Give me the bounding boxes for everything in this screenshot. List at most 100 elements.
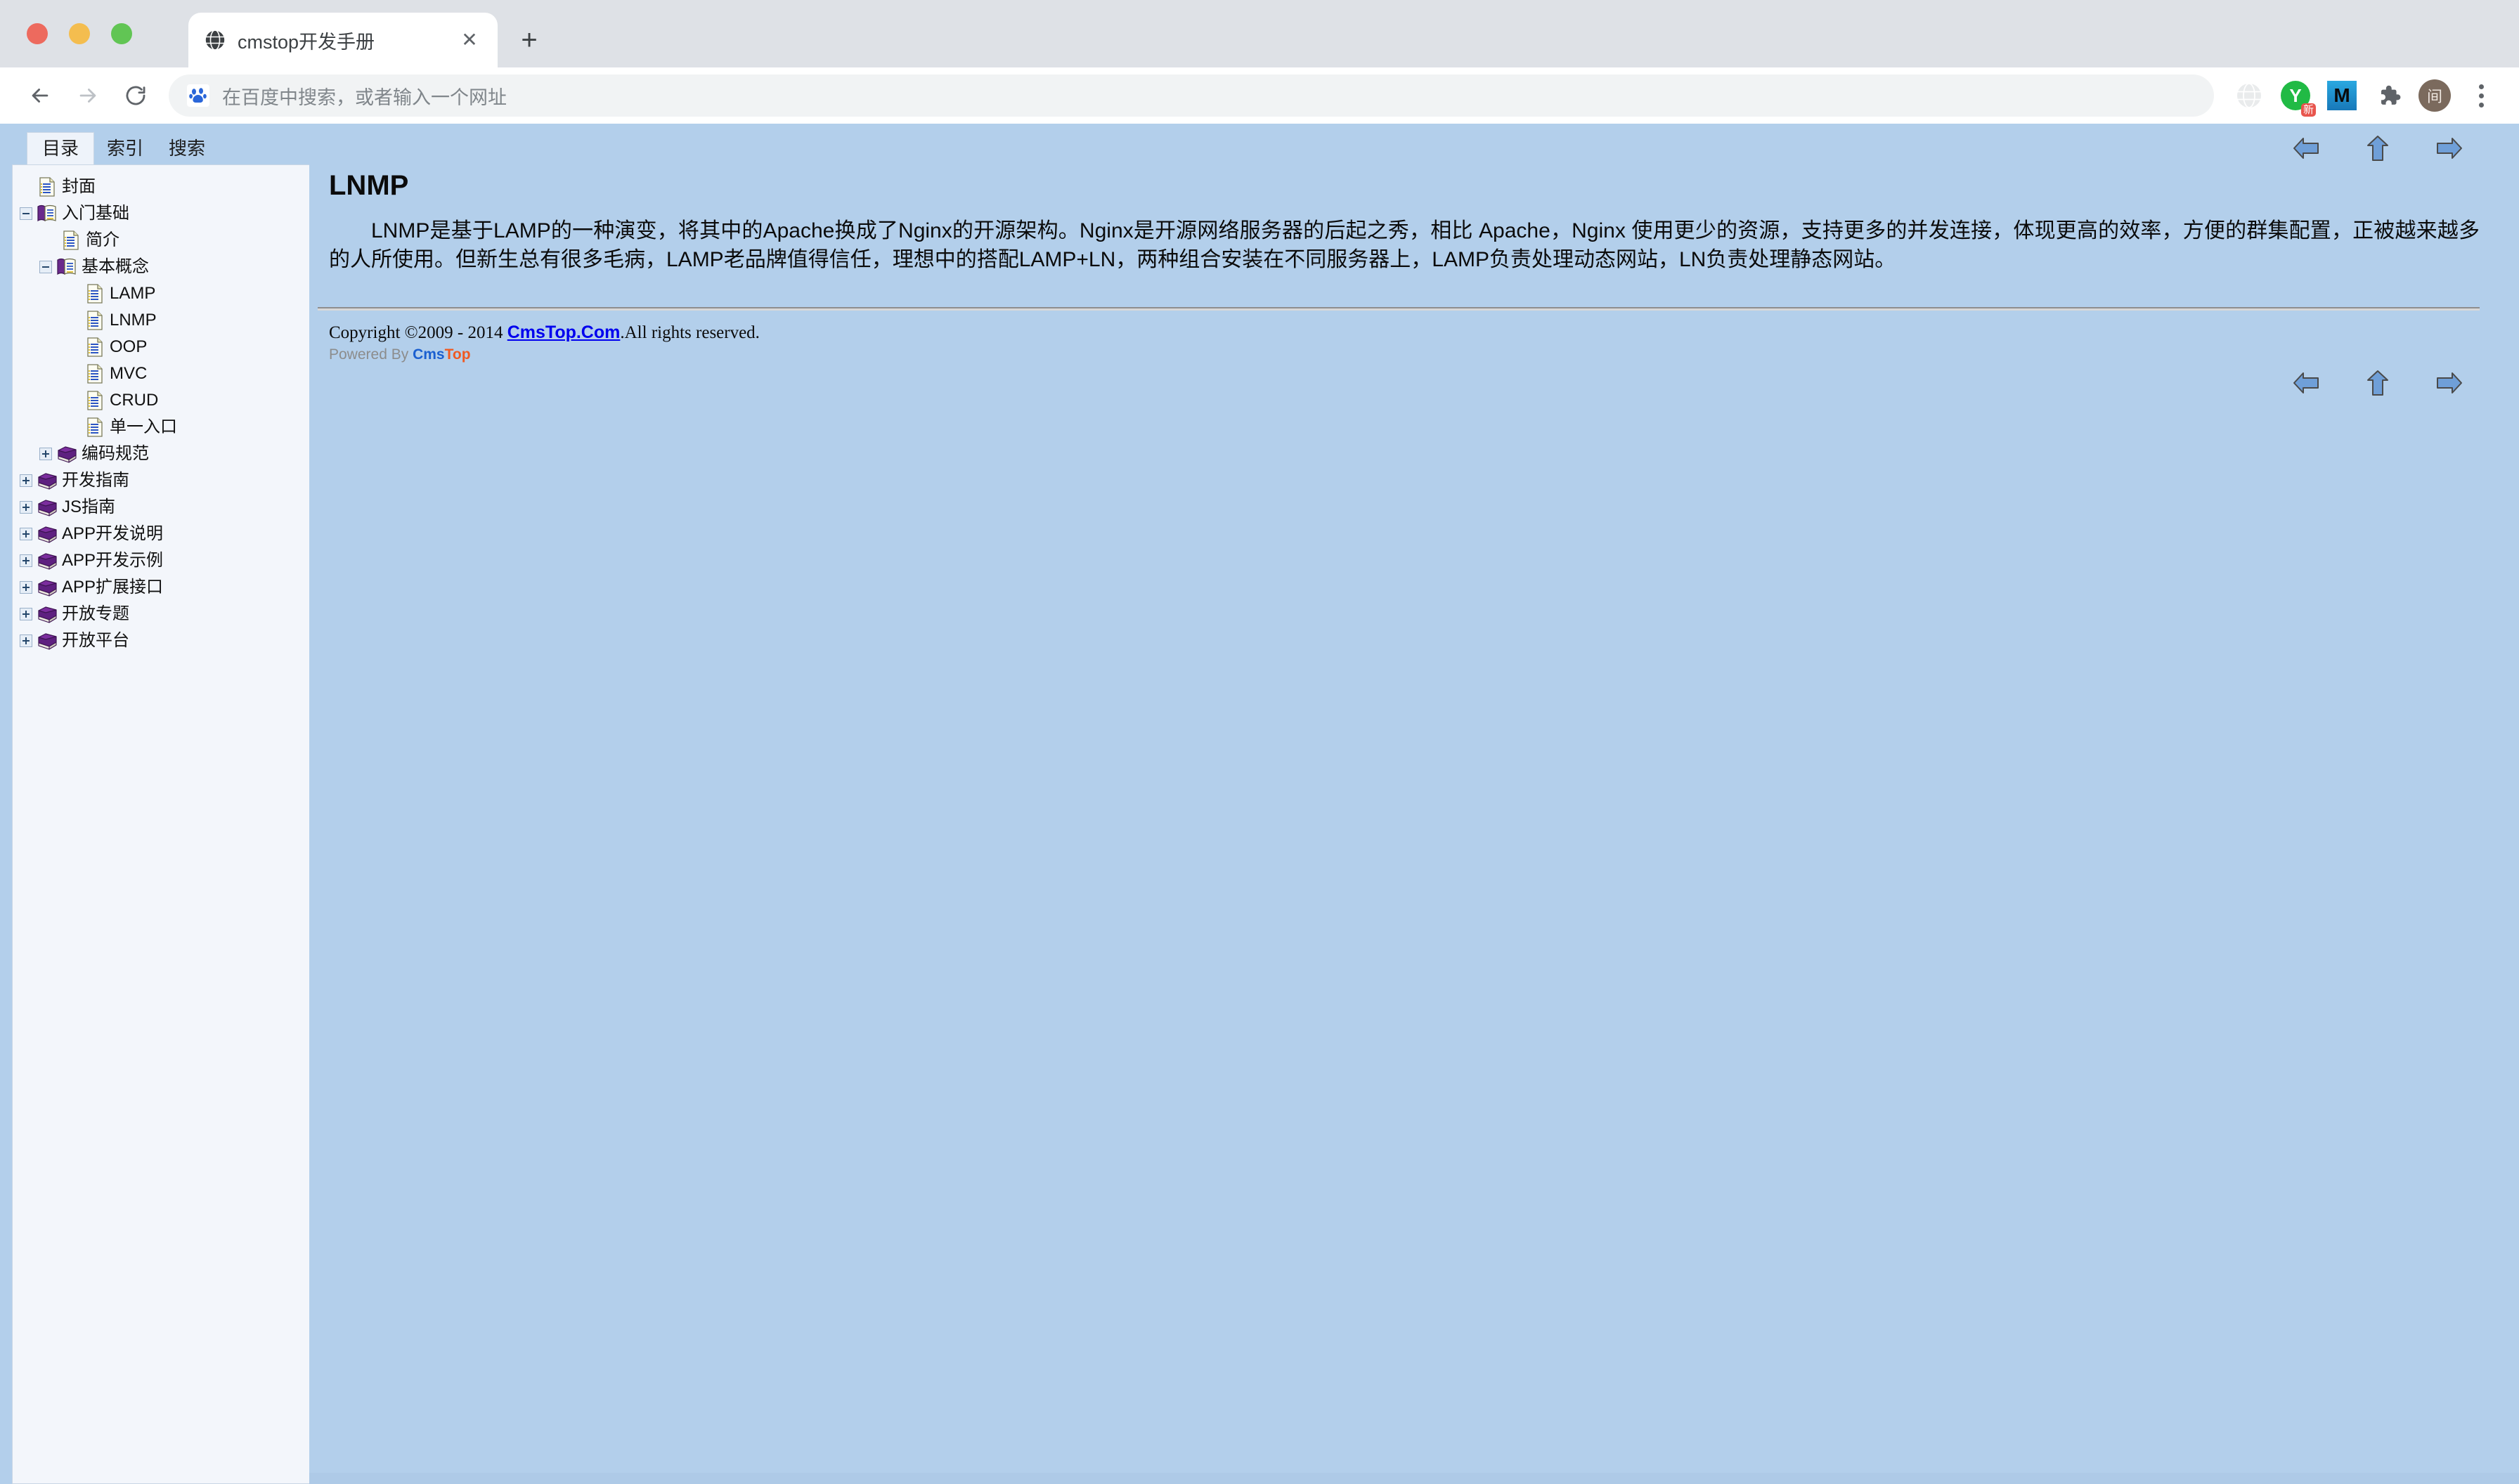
footer-divider (318, 306, 2480, 311)
up-page-arrow-bottom[interactable] (2363, 368, 2392, 398)
tab-title: cmstop开发手册 (238, 31, 375, 53)
book-icon (35, 547, 59, 574)
bottom-nav-arrows (318, 363, 2491, 403)
next-page-arrow-bottom[interactable] (2435, 368, 2464, 398)
maximize-window-button[interactable] (111, 23, 132, 44)
browser-menu-icon[interactable] (2461, 76, 2501, 115)
tree-item-label: 编码规范 (82, 444, 149, 463)
tree-item-8[interactable]: CRUD (13, 387, 309, 414)
next-page-arrow[interactable] (2435, 134, 2464, 163)
book-icon (35, 574, 59, 601)
window-controls (27, 23, 132, 44)
powered-prefix: Powered By (329, 346, 413, 363)
tree-item-label: CRUD (110, 391, 159, 410)
expand-icon[interactable] (17, 627, 35, 654)
expand-icon[interactable] (17, 494, 35, 521)
expand-icon[interactable] (17, 521, 35, 547)
reload-icon[interactable] (114, 74, 157, 117)
powered-brand-top: Top (444, 346, 471, 363)
book-icon (35, 601, 59, 627)
tab-strip: cmstop开发手册 ✕ + (0, 0, 2519, 67)
tree-item-9[interactable]: 单一入口 (13, 414, 309, 441)
expand-icon[interactable] (17, 601, 35, 627)
tree-item-1[interactable]: 入门基础 (13, 200, 309, 227)
page-icon (59, 227, 83, 254)
tree-item-label: APP开发说明 (62, 524, 164, 543)
forward-icon[interactable] (66, 74, 110, 117)
tree-item-13[interactable]: APP开发说明 (13, 521, 309, 547)
tree-item-label: 封面 (62, 177, 96, 196)
tree-item-label: OOP (110, 337, 148, 356)
tree-item-10[interactable]: 编码规范 (13, 441, 309, 467)
page-body-text: LNMP是基于LAMP的一种演变，将其中的Apache换成了Nginx的开源架构… (329, 219, 2480, 271)
baidu-paw-icon (187, 84, 209, 107)
tree-item-4[interactable]: LAMP (13, 280, 309, 307)
tree-item-5[interactable]: LNMP (13, 307, 309, 334)
tree-item-label: APP扩展接口 (62, 578, 164, 597)
page-viewport: 目录 索引 搜索 封面入门基础简介基本概念 LAMP LNMP OOP MVC CRUD 单… (0, 124, 2519, 1484)
tree-item-label: APP开发示例 (62, 551, 164, 570)
tree-item-7[interactable]: MVC (13, 360, 309, 387)
tree-item-label: 简介 (86, 230, 119, 249)
profile-avatar-label: 间 (2418, 79, 2451, 112)
copyright-prefix: Copyright ©2009 - 2014 (329, 323, 507, 342)
powered-by-line: Powered By CmsTop (329, 346, 2491, 363)
page-icon (83, 360, 107, 387)
copyright-line: Copyright ©2009 - 2014 CmsTop.Com.All ri… (329, 322, 2491, 344)
expand-icon[interactable] (17, 467, 35, 494)
powered-brand-cms: Cms (413, 346, 445, 363)
toc-tree[interactable]: 封面入门基础简介基本概念 LAMP LNMP OOP MVC CRUD 单一入口编码规范开发… (12, 164, 309, 1484)
puzzle-extensions-icon[interactable] (2369, 76, 2408, 115)
book-icon (35, 627, 59, 654)
page-icon (83, 334, 107, 360)
browser-tab[interactable]: cmstop开发手册 ✕ (188, 13, 498, 67)
page-icon (83, 387, 107, 414)
tree-item-15[interactable]: APP扩展接口 (13, 574, 309, 601)
tree-item-16[interactable]: 开放专题 (13, 601, 309, 627)
expand-icon[interactable] (17, 574, 35, 601)
profile-avatar[interactable]: 间 (2415, 76, 2454, 115)
copyright-suffix: .All rights reserved. (620, 323, 760, 342)
globe-extension-icon[interactable] (2229, 76, 2269, 115)
tree-item-label: 开放平台 (62, 631, 129, 650)
tree-item-11[interactable]: 开发指南 (13, 467, 309, 494)
tree-item-0[interactable]: 封面 (13, 174, 309, 200)
expand-icon[interactable] (37, 441, 55, 467)
tab-contents[interactable]: 目录 (27, 132, 95, 164)
tree-item-label: JS指南 (62, 497, 116, 516)
collapse-icon[interactable] (17, 200, 35, 227)
book-icon (35, 494, 59, 521)
tree-item-3[interactable]: 基本概念 (13, 254, 309, 280)
prev-page-arrow-bottom[interactable] (2291, 368, 2321, 398)
back-icon[interactable] (18, 74, 62, 117)
tree-item-2[interactable]: 简介 (13, 227, 309, 254)
m-extension-icon[interactable]: M (2322, 76, 2362, 115)
tree-item-12[interactable]: JS指南 (13, 494, 309, 521)
expand-icon[interactable] (17, 547, 35, 574)
prev-page-arrow[interactable] (2291, 134, 2321, 163)
minimize-window-button[interactable] (69, 23, 90, 44)
tree-item-label: LNMP (110, 311, 157, 330)
close-tab-icon[interactable]: ✕ (457, 27, 482, 53)
navigation-pane: 目录 索引 搜索 封面入门基础简介基本概念 LAMP LNMP OOP MVC CRUD 单… (0, 124, 309, 1484)
tree-toggle-spacer (41, 227, 59, 254)
globe-icon (204, 29, 226, 51)
tree-item-label: 入门基础 (62, 204, 129, 223)
tab-search[interactable]: 搜索 (156, 133, 218, 164)
tree-item-14[interactable]: APP开发示例 (13, 547, 309, 574)
new-tab-button[interactable]: + (509, 20, 550, 60)
nav-tab-bar: 目录 索引 搜索 (12, 124, 309, 164)
page-bottom-strip (309, 1473, 2519, 1484)
youdao-extension-icon[interactable]: Y 新 (2276, 76, 2316, 117)
cmstop-link[interactable]: CmsTop.Com (507, 323, 621, 342)
up-page-arrow[interactable] (2363, 134, 2392, 163)
tab-index[interactable]: 索引 (94, 133, 156, 164)
address-bar[interactable]: 在百度中搜索，或者输入一个网址 (169, 74, 2214, 117)
tree-item-6[interactable]: OOP (13, 334, 309, 360)
tree-item-17[interactable]: 开放平台 (13, 627, 309, 654)
page-icon (83, 414, 107, 441)
close-window-button[interactable] (27, 23, 48, 44)
m-extension-label: M (2327, 81, 2357, 110)
toolbar-extensions: Y 新 M 间 (2229, 76, 2501, 117)
collapse-icon[interactable] (37, 254, 55, 280)
